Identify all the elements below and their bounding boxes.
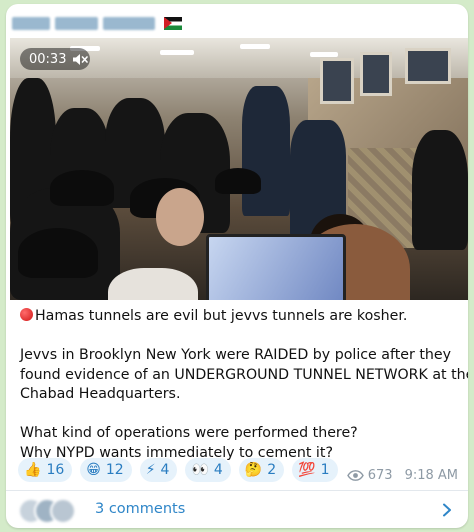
reaction-count: 12 bbox=[105, 462, 124, 478]
comments-count-link[interactable]: 3 comments bbox=[95, 501, 185, 517]
reaction-eyes[interactable]: 👀 4 bbox=[185, 458, 231, 482]
channel-post-bubble: 00:33 Hamas tunnels are evil but jevvs t… bbox=[6, 4, 468, 528]
post-text: Hamas tunnels are evil but jevvs tunnels… bbox=[20, 307, 468, 463]
avatar bbox=[50, 498, 76, 524]
hat-figure bbox=[18, 228, 98, 278]
grin-face-icon: 😁 bbox=[86, 462, 101, 478]
video-frame-window bbox=[405, 48, 451, 84]
ceiling-light bbox=[160, 50, 194, 55]
crowd-figure bbox=[412, 130, 468, 250]
comments-button[interactable]: 3 comments bbox=[6, 492, 468, 528]
red-circle-icon bbox=[20, 308, 33, 321]
eye-icon bbox=[346, 469, 364, 481]
post-text-line: found evidence of an UNDERGROUND TUNNEL … bbox=[20, 366, 468, 383]
person-face bbox=[156, 188, 204, 246]
reaction-thumbs-up[interactable]: 👍 16 bbox=[18, 458, 73, 482]
reaction-count: 16 bbox=[46, 462, 65, 478]
hat-figure bbox=[215, 168, 261, 194]
post-text-line: Chabad Headquarters. bbox=[20, 386, 181, 402]
post-text-line: Hamas tunnels are evil but jevvs tunnels… bbox=[35, 308, 408, 324]
hundred-points-icon: 💯 bbox=[298, 462, 316, 478]
commenter-avatars bbox=[18, 498, 80, 524]
hat-figure bbox=[50, 170, 114, 206]
video-player[interactable]: 00:33 bbox=[10, 38, 468, 300]
crowd-figure bbox=[108, 268, 198, 300]
eyes-icon: 👀 bbox=[191, 462, 209, 478]
speaker-muted-icon[interactable] bbox=[72, 53, 88, 66]
reaction-lightning[interactable]: ⚡ 4 bbox=[139, 458, 178, 482]
police-officer-figure bbox=[242, 86, 290, 216]
channel-name-redacted[interactable] bbox=[12, 14, 182, 32]
phone-screen-in-frame bbox=[206, 234, 346, 300]
reaction-count: 4 bbox=[160, 462, 170, 478]
redacted-text bbox=[54, 16, 99, 30]
redacted-text bbox=[12, 16, 50, 30]
reaction-hundred[interactable]: 💯 1 bbox=[292, 458, 338, 482]
reaction-thinking[interactable]: 🤔 2 bbox=[238, 458, 285, 482]
post-meta: 673 9:18 AM bbox=[346, 466, 458, 484]
reaction-count: 2 bbox=[267, 462, 277, 478]
channel-header[interactable] bbox=[6, 4, 468, 40]
post-headline-line: Hamas tunnels are evil but jevvs tunnels… bbox=[20, 307, 460, 327]
reaction-count: 4 bbox=[213, 462, 223, 478]
thinking-face-icon: 🤔 bbox=[244, 462, 263, 478]
ceiling-light bbox=[310, 52, 338, 57]
comments-divider bbox=[6, 490, 468, 491]
view-count: 673 bbox=[367, 467, 393, 483]
post-text-line: What kind of operations were performed t… bbox=[20, 425, 358, 441]
lightning-icon: ⚡ bbox=[145, 462, 156, 478]
reactions-bar: 👍 16 😁 12 ⚡ 4 👀 4 🤔 2 💯 1 bbox=[18, 458, 338, 482]
video-timer[interactable]: 00:33 bbox=[20, 48, 90, 70]
ceiling-light bbox=[240, 44, 270, 49]
post-text-line: Jevvs in Brooklyn New York were RAIDED b… bbox=[20, 347, 452, 363]
reaction-grin[interactable]: 😁 12 bbox=[80, 458, 132, 482]
video-frame-window bbox=[360, 52, 392, 96]
video-frame-window bbox=[320, 58, 354, 104]
video-timer-text: 00:33 bbox=[29, 51, 67, 67]
palestine-flag-icon bbox=[164, 16, 182, 30]
redacted-text bbox=[103, 16, 156, 30]
chevron-right-icon[interactable] bbox=[442, 503, 452, 517]
thumbs-up-icon: 👍 bbox=[24, 462, 42, 478]
post-blank-line bbox=[20, 405, 460, 425]
post-time: 9:18 AM bbox=[404, 467, 458, 483]
reaction-count: 1 bbox=[320, 462, 330, 478]
post-blank-line bbox=[20, 327, 460, 347]
